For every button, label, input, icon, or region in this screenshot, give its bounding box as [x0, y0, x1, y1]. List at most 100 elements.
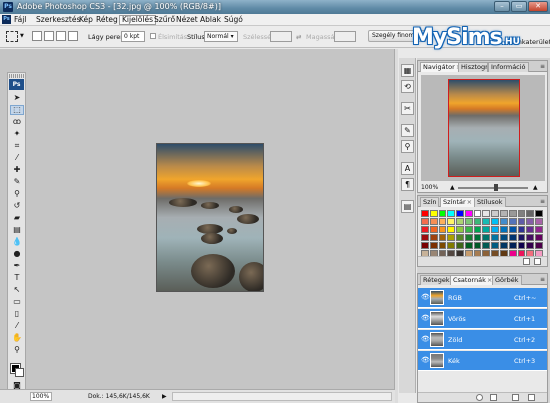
color-swatch[interactable]: [508, 242, 517, 249]
color-swatch[interactable]: [464, 218, 473, 225]
color-swatch[interactable]: [438, 226, 447, 233]
color-swatch[interactable]: [447, 234, 456, 241]
tab-channels[interactable]: Csatornák×: [450, 275, 496, 285]
path-selection-tool-icon[interactable]: ↖: [10, 285, 24, 295]
color-swatch[interactable]: [482, 242, 491, 249]
clone-stamp-tool-icon[interactable]: ⚲: [10, 189, 24, 199]
color-swatch[interactable]: [464, 234, 473, 241]
height-input[interactable]: [334, 31, 356, 42]
horizontal-scrollbar[interactable]: [172, 392, 392, 401]
color-swatch[interactable]: [438, 242, 447, 249]
zoom-out-icon[interactable]: ▲: [450, 184, 455, 191]
color-swatch[interactable]: [456, 234, 464, 241]
eye-icon[interactable]: 👁: [421, 293, 430, 301]
menu-help[interactable]: Súgó: [222, 15, 245, 25]
pen-tool-icon[interactable]: ✒: [10, 261, 24, 271]
navigator-preview[interactable]: [421, 75, 545, 181]
color-swatch[interactable]: [429, 218, 438, 225]
color-swatch[interactable]: [517, 234, 526, 241]
color-swatch[interactable]: [517, 226, 526, 233]
tools-dock-icon[interactable]: ✂: [401, 102, 414, 115]
feather-input[interactable]: 0 kpt: [121, 31, 145, 42]
zoom-slider-knob[interactable]: [494, 184, 498, 191]
tab-styles[interactable]: Stílusok: [474, 197, 506, 207]
tab-swatches[interactable]: Színtár×: [440, 197, 476, 207]
eye-icon[interactable]: 👁: [421, 314, 430, 322]
tab-curves[interactable]: Görbék: [492, 275, 522, 285]
color-swatch[interactable]: [535, 226, 543, 233]
tab-layers[interactable]: Rétegek: [420, 275, 453, 285]
crop-tool-icon[interactable]: ⌗: [10, 141, 24, 151]
navigator-dock-icon[interactable]: ▦: [401, 64, 414, 77]
color-swatch[interactable]: [526, 234, 535, 241]
menu-image[interactable]: Kép: [77, 15, 95, 25]
channel-row[interactable]: 👁 Vörös Ctrl+1: [418, 309, 547, 329]
tab-color[interactable]: Szín: [420, 197, 440, 207]
color-swatch[interactable]: [421, 242, 429, 249]
color-swatch[interactable]: [508, 218, 517, 225]
channel-row[interactable]: 👁 Zöld Ctrl+2: [418, 330, 547, 350]
color-swatch[interactable]: [438, 218, 447, 225]
menu-layer[interactable]: Réteg: [94, 15, 120, 25]
color-swatch[interactable]: [482, 234, 491, 241]
color-swatch[interactable]: [517, 210, 526, 217]
color-swatch[interactable]: [447, 210, 456, 217]
zoom-in-icon[interactable]: ▲: [533, 184, 538, 191]
add-selection-icon[interactable]: [44, 31, 54, 41]
menu-file[interactable]: Fájl: [12, 15, 28, 25]
menu-select[interactable]: Kijelölés: [119, 15, 156, 25]
color-swatch[interactable]: [517, 242, 526, 249]
shape-tool-icon[interactable]: ▭: [10, 297, 24, 307]
history-brush-tool-icon[interactable]: ↺: [10, 201, 24, 211]
color-swatch[interactable]: [473, 226, 482, 233]
healing-brush-tool-icon[interactable]: ✚: [10, 165, 24, 175]
ps-menu-icon[interactable]: Ps: [2, 15, 11, 24]
minimize-button[interactable]: –: [494, 1, 510, 12]
color-swatch[interactable]: [473, 234, 482, 241]
zoom-field[interactable]: 100%: [30, 392, 52, 401]
brush-tool-icon[interactable]: ✎: [10, 177, 24, 187]
clone-source-dock-icon[interactable]: ⚲: [401, 140, 414, 153]
color-swatch[interactable]: [456, 226, 464, 233]
color-swatch[interactable]: [456, 210, 464, 217]
close-icon[interactable]: ×: [467, 198, 472, 206]
color-swatch[interactable]: [535, 210, 543, 217]
panel-menu-icon[interactable]: ≡: [540, 198, 545, 205]
tab-histogram[interactable]: Hisztogram: [458, 62, 488, 72]
color-swatch[interactable]: [535, 242, 543, 249]
color-swatch[interactable]: [508, 226, 517, 233]
maximize-button[interactable]: ▭: [511, 1, 527, 12]
close-button[interactable]: ✕: [528, 1, 548, 12]
width-input[interactable]: [270, 31, 292, 42]
blur-tool-icon[interactable]: 💧: [10, 237, 24, 247]
eraser-tool-icon[interactable]: ▰: [10, 213, 24, 223]
photoshop-logo-icon[interactable]: Ps: [9, 79, 24, 90]
color-swatch[interactable]: [456, 242, 464, 249]
panel-menu-icon[interactable]: ≡: [540, 63, 545, 70]
color-swatch[interactable]: [429, 234, 438, 241]
notes-tool-icon[interactable]: ▯: [10, 309, 24, 319]
color-swatch[interactable]: [429, 242, 438, 249]
color-swatch[interactable]: [526, 218, 535, 225]
color-swatch[interactable]: [491, 210, 500, 217]
gradient-tool-icon[interactable]: ▤: [10, 225, 24, 235]
dodge-tool-icon[interactable]: ●: [10, 249, 24, 259]
navigator-zoom[interactable]: 100%: [421, 184, 438, 191]
type-tool-icon[interactable]: T: [10, 273, 24, 283]
color-swatch[interactable]: [464, 226, 473, 233]
color-swatch[interactable]: [421, 218, 429, 225]
color-swatch[interactable]: [482, 218, 491, 225]
color-swatch[interactable]: [421, 210, 429, 217]
color-swatch[interactable]: [482, 226, 491, 233]
color-swatch[interactable]: [473, 210, 482, 217]
document-image[interactable]: [156, 143, 264, 292]
color-swatch[interactable]: [447, 218, 456, 225]
status-menu-arrow-icon[interactable]: ▶: [162, 393, 167, 400]
color-swatch[interactable]: [526, 242, 535, 249]
panel-menu-icon[interactable]: ≡: [540, 276, 545, 283]
menu-edit[interactable]: Szerkesztés: [34, 15, 82, 25]
zoom-tool-icon[interactable]: ⚲: [10, 345, 24, 355]
style-select[interactable]: Normál ▾: [204, 31, 238, 42]
color-swatch[interactable]: [508, 210, 517, 217]
new-channel-icon[interactable]: [512, 394, 519, 401]
